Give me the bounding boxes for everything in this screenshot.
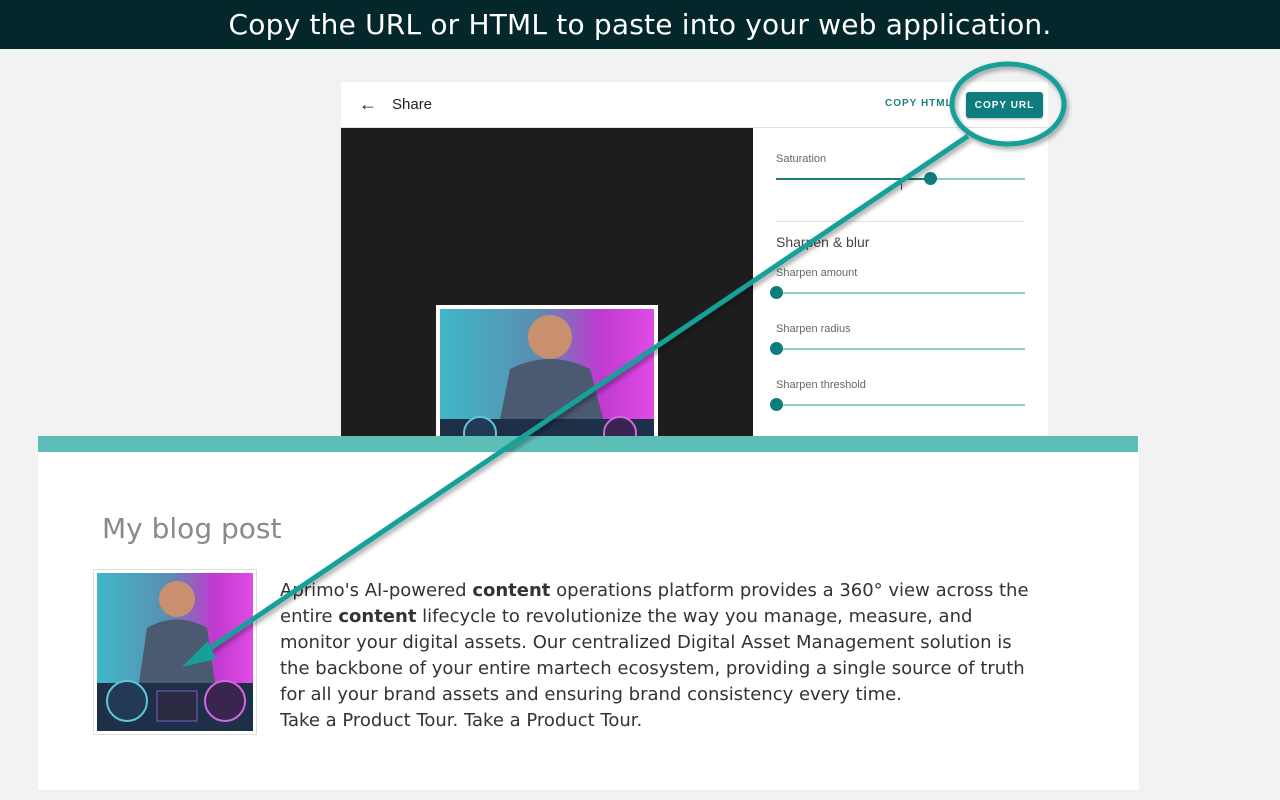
sharpen-amount-label: Sharpen amount [776,267,858,279]
blog-bold-word: content [472,580,551,601]
sharpen-threshold-label: Sharpen threshold [776,379,866,391]
dj-photo-image [440,309,654,436]
saturation-slider[interactable] [776,172,1025,190]
sharpen-threshold-slider[interactable] [770,398,1025,411]
blog-paragraph: Aprimo's AI-powered content operations p… [280,578,1040,734]
sharpen-amount-thumb[interactable] [770,286,783,299]
sharpen-radius-slider[interactable] [770,342,1025,355]
product-tour-text: Take a Product Tour. Take a Product Tour… [280,710,643,731]
adjustment-controls: Saturation Sharpen & blur Sharpen amount… [753,128,1048,436]
share-header: ← Share COPY HTML COPY URL [341,82,1048,128]
saturation-slider-fill [776,178,931,180]
sharpen-amount-slider[interactable] [770,286,1025,299]
copy-html-button[interactable]: COPY HTML [885,98,953,109]
blog-text-segment: Aprimo's AI-powered [280,580,473,601]
blog-title: My blog post [102,512,282,545]
copy-url-button[interactable]: COPY URL [966,92,1043,118]
blog-accent-bar [38,436,1138,452]
share-title: Share [392,96,433,113]
blog-post-card: My blog post Aprimo's AI-powered content… [38,436,1139,790]
back-arrow-icon[interactable]: ← [359,94,377,115]
saturation-label: Saturation [776,153,827,165]
sharpen-radius-label: Sharpen radius [776,323,851,335]
saturation-slider-thumb[interactable] [924,172,938,185]
sharpen-radius-thumb[interactable] [770,342,783,355]
tutorial-banner: Copy the URL or HTML to paste into your … [0,0,1280,49]
section-divider [776,221,1025,222]
saturation-default-tick [900,182,902,190]
blog-bold-word: content [338,606,417,627]
sharpen-section-title: Sharpen & blur [776,234,870,250]
image-preview-pane [341,128,753,436]
sharpen-threshold-thumb[interactable] [770,398,783,411]
blog-dj-photo-image [97,573,253,731]
image-preview-frame [436,305,658,436]
blog-image-frame [93,569,257,735]
share-panel: ← Share COPY HTML COPY URL Saturation Sh… [341,82,1048,436]
